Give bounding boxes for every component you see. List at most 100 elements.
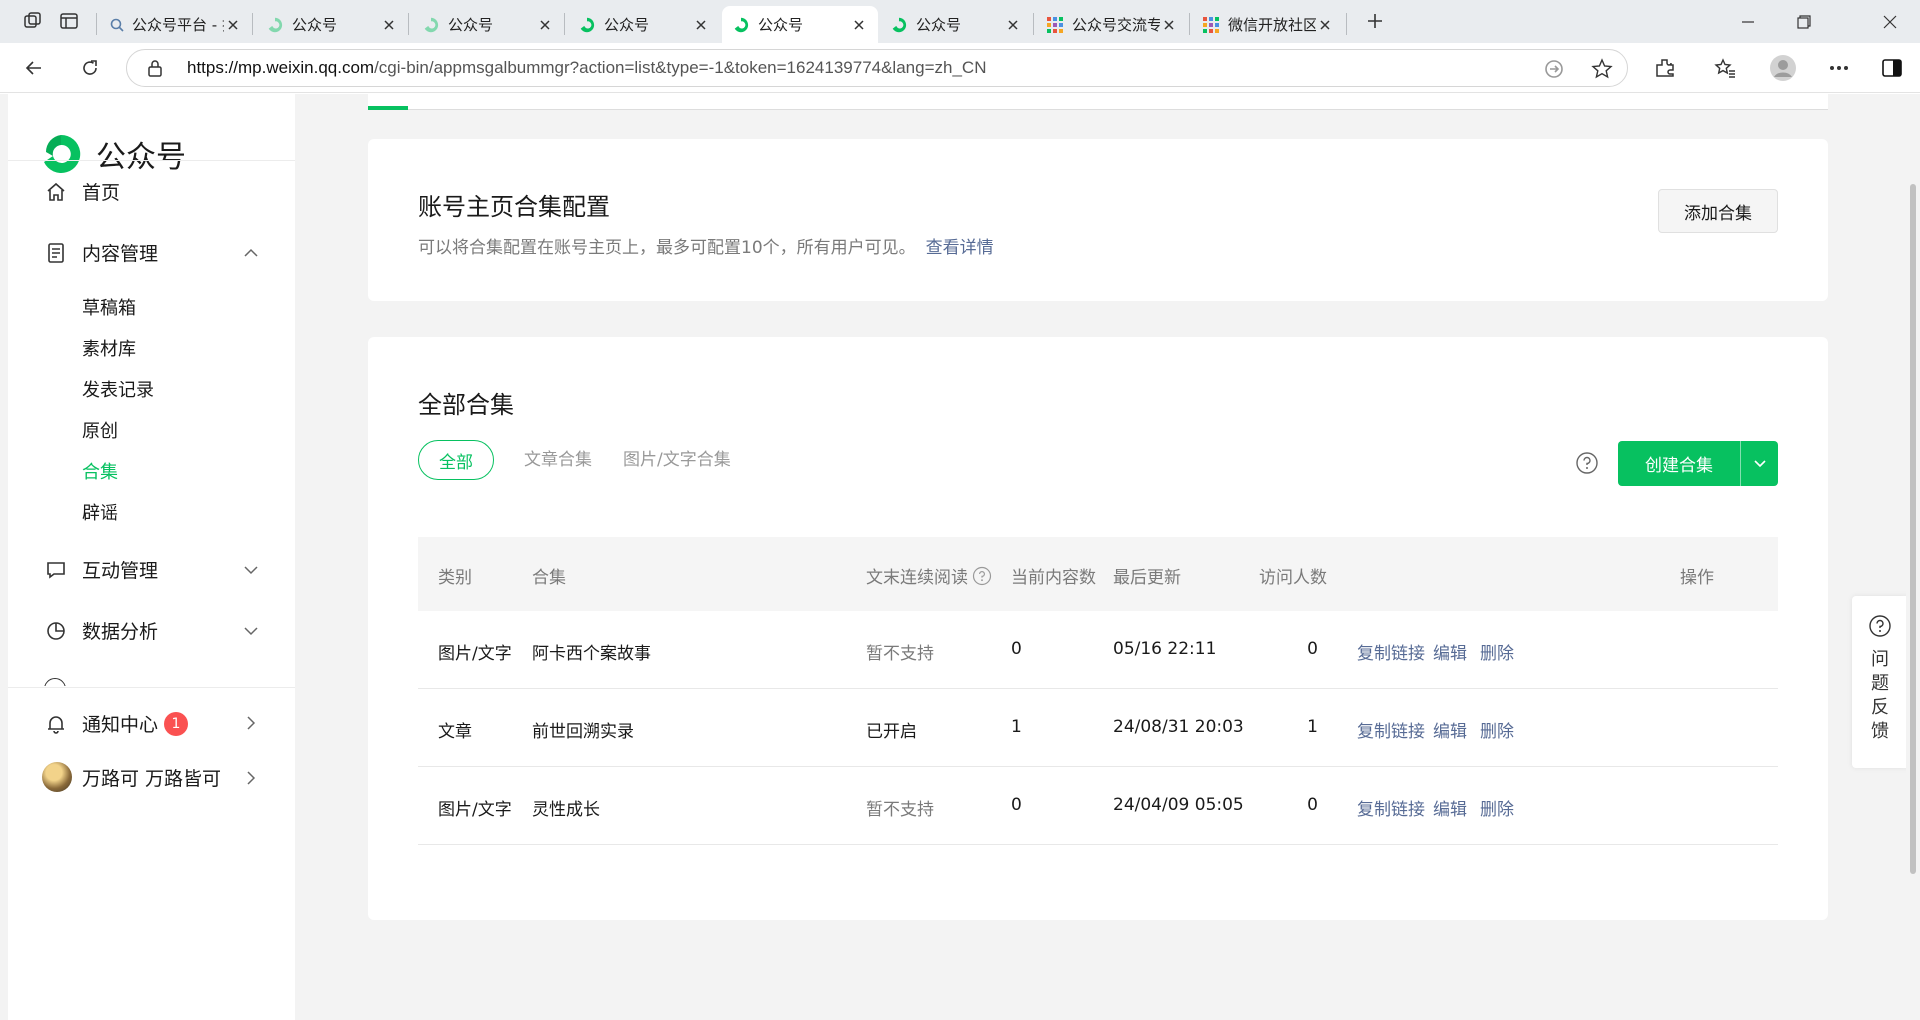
close-icon[interactable] [380, 16, 398, 34]
restore-icon[interactable] [1776, 0, 1832, 43]
cell-type: 文章 [438, 722, 472, 742]
edit-button[interactable]: 编辑 [1433, 639, 1467, 664]
nav-content-management[interactable]: 内容管理 [44, 239, 158, 266]
sub-item-albums[interactable]: 合集 [82, 458, 118, 484]
browser-tab[interactable]: 公众号 [412, 6, 564, 43]
copy-link-button[interactable]: 复制链接 [1357, 639, 1425, 664]
filter-image-text-albums[interactable]: 图片/文字合集 [623, 445, 731, 470]
cell-album-name[interactable]: 灵性成长 [532, 795, 600, 820]
browser-tab-active[interactable]: 公众号 [722, 6, 878, 43]
sub-item-drafts[interactable]: 草稿箱 [82, 294, 136, 320]
create-album-button[interactable]: 创建合集 [1618, 441, 1778, 486]
chevron-up-icon[interactable] [242, 244, 260, 262]
favorites-icon[interactable] [1709, 52, 1741, 84]
profile-avatar-icon[interactable] [1767, 52, 1799, 84]
wechat-mp-icon [266, 16, 284, 34]
col-actions: 操作 [1680, 568, 1714, 588]
nav-notification-label: 通知中心 [82, 714, 159, 736]
address-bar[interactable]: https://mp.weixin.qq.com/cgi-bin/appmsga… [126, 49, 1628, 87]
browser-tab[interactable]: 公众号 [256, 6, 408, 43]
cell-album-name[interactable]: 阿卡西个案故事 [532, 639, 651, 664]
workspaces-icon[interactable] [20, 8, 46, 34]
cell-album-name[interactable]: 前世回溯实录 [532, 717, 634, 742]
cell-continuous-read: 暂不支持 [866, 644, 934, 664]
close-icon[interactable] [692, 16, 710, 34]
logo[interactable]: 公众号 [40, 132, 186, 176]
help-icon [1868, 614, 1892, 638]
filter-article-albums[interactable]: 文章合集 [524, 445, 592, 470]
config-card-title: 账号主页合集配置 [418, 193, 610, 221]
cell-last-updated: 05/16 22:11 [1113, 639, 1217, 659]
col-continuous-read-label: 文末连续阅读 [866, 568, 968, 588]
help-icon[interactable] [1575, 451, 1599, 475]
minimize-icon[interactable] [1720, 0, 1776, 43]
lock-icon[interactable] [147, 59, 163, 77]
browser-tab[interactable]: 微信开放社区 [1192, 6, 1344, 43]
cell-visitors: 1 [1307, 717, 1318, 737]
page-tab-strip [368, 94, 1828, 110]
close-icon[interactable] [1004, 16, 1022, 34]
chevron-down-icon[interactable] [242, 622, 260, 640]
sidebar: 公众号 首页 内容管理 草稿箱 素材库 发表记录 原创 合集 辟谣 互动管理 数… [8, 94, 295, 1020]
chevron-right-icon[interactable] [242, 769, 260, 787]
wechat-mp-logo-icon [40, 133, 82, 175]
browser-tab[interactable]: 公众号 [880, 6, 1032, 43]
page-scrollbar[interactable] [1906, 94, 1920, 1020]
tab-actions-icon[interactable] [56, 8, 82, 34]
close-icon[interactable] [1160, 16, 1178, 34]
feedback-label: 问 题 反 馈 [1852, 648, 1908, 744]
delete-button[interactable]: 删除 [1480, 639, 1514, 664]
col-album: 合集 [532, 568, 566, 588]
edit-button[interactable]: 编辑 [1433, 795, 1467, 820]
sub-item-materials[interactable]: 素材库 [82, 335, 136, 361]
chevron-down-icon[interactable] [242, 561, 260, 579]
feedback-button[interactable]: 问 题 反 馈 [1852, 596, 1908, 768]
close-icon[interactable] [224, 16, 242, 34]
view-details-link[interactable]: 查看详情 [926, 238, 994, 258]
scrollbar-thumb[interactable] [1910, 184, 1916, 874]
add-album-button[interactable]: 添加合集 [1658, 189, 1778, 233]
close-icon[interactable] [850, 16, 868, 34]
browser-tab[interactable]: 公众号平台 - 搜索 [100, 6, 252, 43]
page-body: 公众号 首页 内容管理 草稿箱 素材库 发表记录 原创 合集 辟谣 互动管理 数… [0, 94, 1920, 1020]
tab-title: 公众号平台 - 搜索 [132, 16, 224, 34]
close-icon[interactable] [1316, 16, 1334, 34]
chevron-down-icon[interactable] [1740, 441, 1778, 486]
wechat-mp-icon [422, 16, 440, 34]
tab-title: 公众号 [758, 16, 804, 34]
nav-notification-center[interactable]: 通知中心 1 [44, 710, 189, 737]
refresh-icon[interactable] [74, 52, 106, 84]
extensions-icon[interactable] [1649, 52, 1681, 84]
more-options-icon[interactable] [1823, 52, 1855, 84]
logo-text: 公众号 [96, 140, 186, 175]
browser-tab[interactable]: 公众号交流专区 | [1036, 6, 1188, 43]
sidebar-toggle-icon[interactable] [1876, 52, 1908, 84]
sub-item-publish-records[interactable]: 发表记录 [82, 376, 154, 402]
col-continuous-read: 文末连续阅读 [866, 563, 992, 588]
edit-button[interactable]: 编辑 [1433, 717, 1467, 742]
copy-link-button[interactable]: 复制链接 [1357, 795, 1425, 820]
help-icon[interactable] [972, 566, 992, 586]
table-row: 图片/文字 阿卡西个案故事 暂不支持 0 05/16 22:11 0 复制链接 … [418, 611, 1778, 689]
url-text: https://mp.weixin.qq.com/cgi-bin/appmsga… [187, 58, 986, 78]
nav-home[interactable]: 首页 [44, 178, 120, 205]
nav-interaction-management[interactable]: 互动管理 [44, 556, 158, 583]
nav-data-analysis[interactable]: 数据分析 [44, 617, 158, 644]
account-profile[interactable]: 万路可 万路皆可 [42, 762, 221, 792]
back-arrow-icon[interactable] [18, 52, 50, 84]
copy-link-button[interactable]: 复制链接 [1357, 717, 1425, 742]
favorite-star-icon[interactable] [1591, 58, 1613, 80]
browser-tab[interactable]: 公众号 [568, 6, 720, 43]
sub-item-original[interactable]: 原创 [82, 417, 118, 443]
delete-button[interactable]: 删除 [1480, 795, 1514, 820]
window-close-icon[interactable] [1862, 0, 1918, 43]
close-icon[interactable] [536, 16, 554, 34]
app-available-icon[interactable] [1543, 58, 1565, 80]
new-tab-icon[interactable] [1362, 8, 1388, 34]
sub-item-rumor-refute[interactable]: 辟谣 [82, 499, 118, 525]
delete-button[interactable]: 删除 [1480, 717, 1514, 742]
create-album-label[interactable]: 创建合集 [1618, 441, 1740, 486]
chevron-right-icon[interactable] [242, 714, 260, 732]
config-desc-text: 可以将合集配置在账号主页上，最多可配置10个，所有用户可见。 [418, 238, 916, 258]
filter-all[interactable]: 全部 [418, 440, 494, 480]
